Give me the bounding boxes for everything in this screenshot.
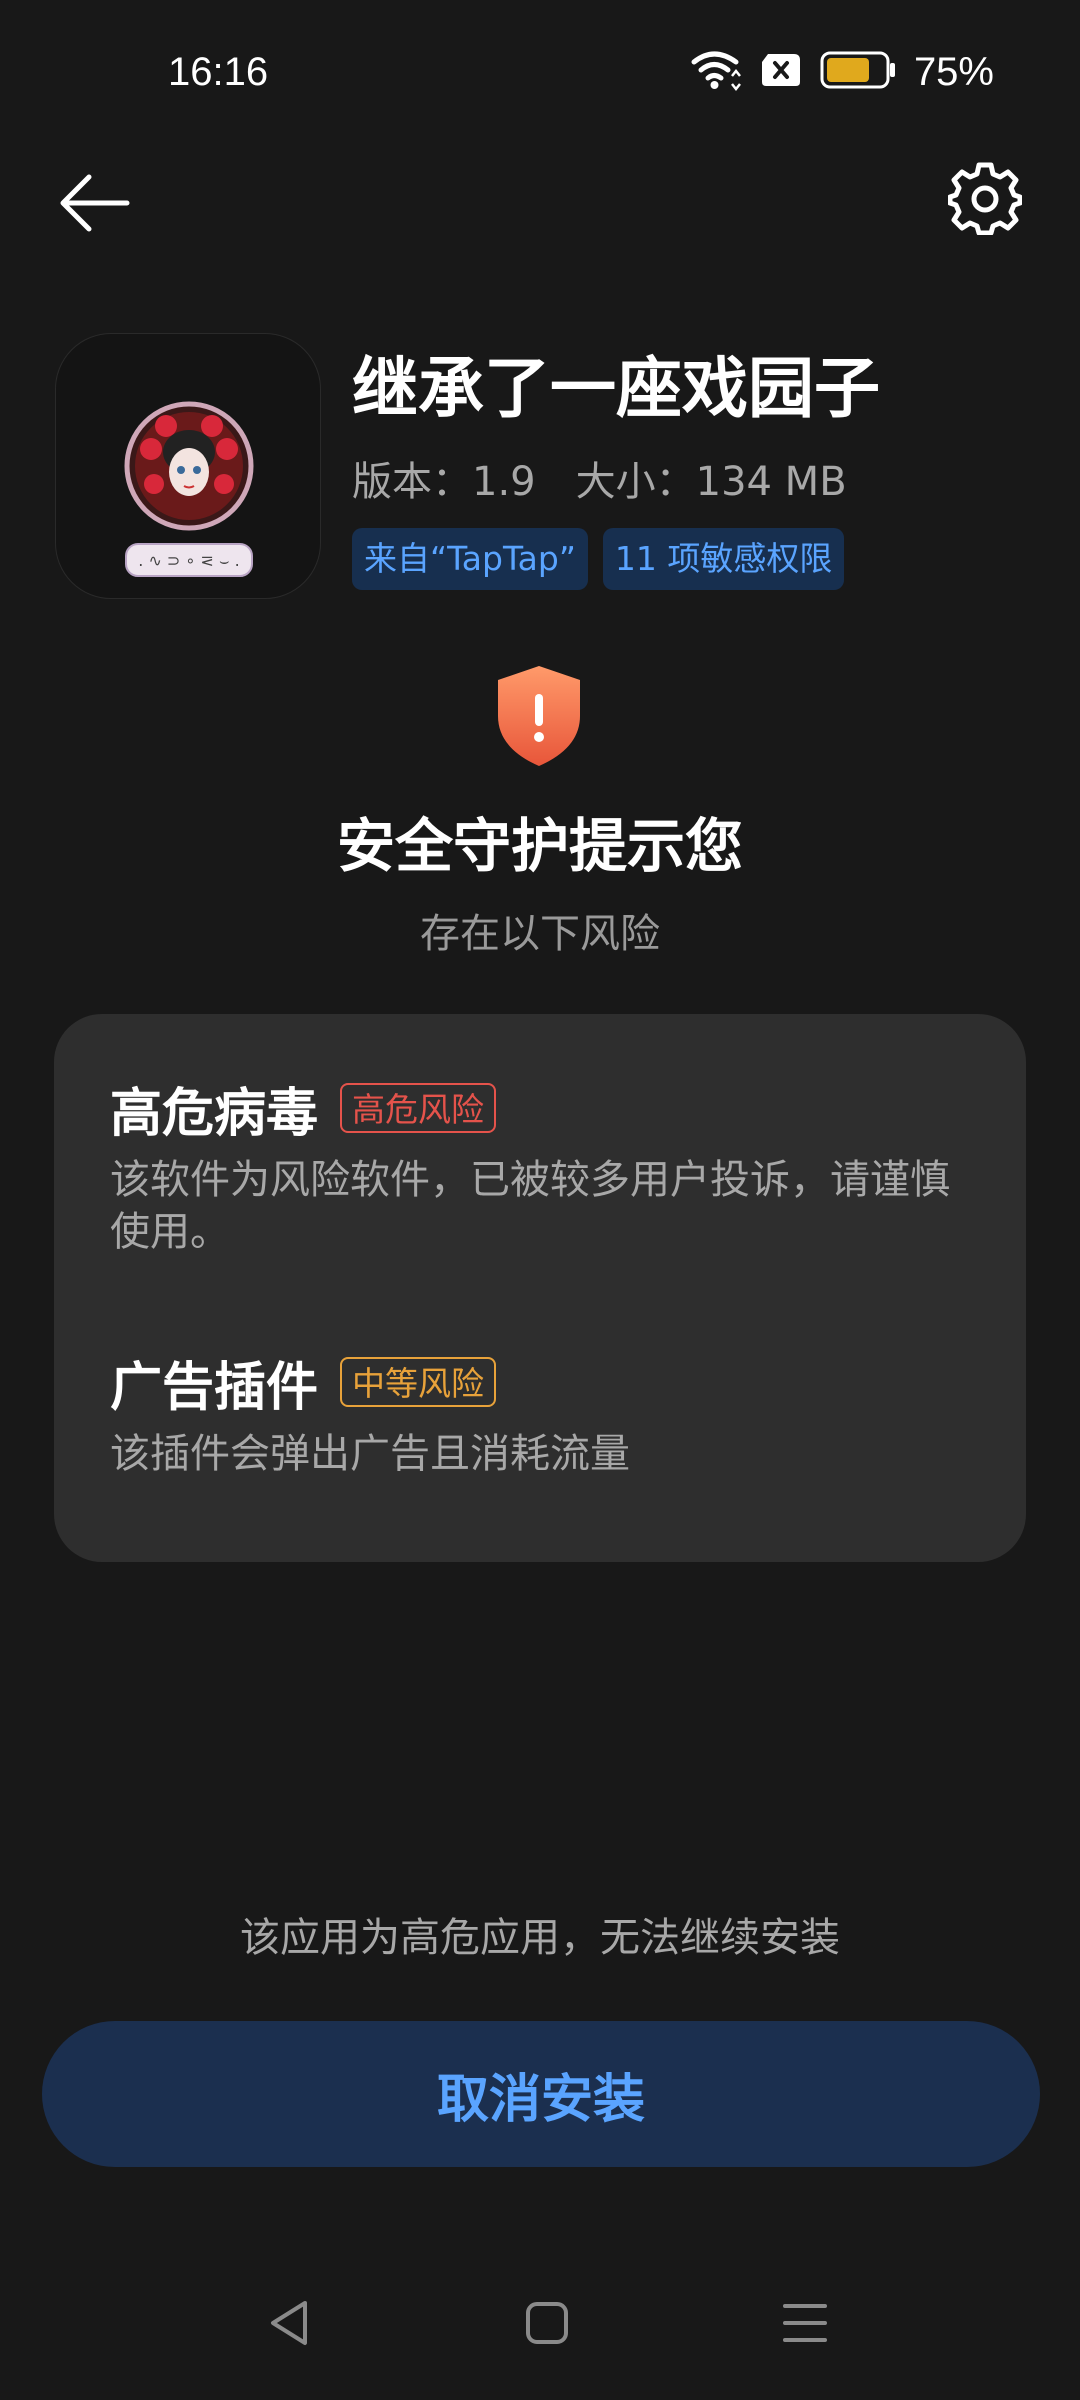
svg-text:. ∿ ⊃ ∘ ⋜ ⌣ .: . ∿ ⊃ ∘ ⋜ ⌣ . — [138, 551, 239, 570]
status-icons: 75% — [690, 44, 994, 100]
status-time: 16:16 — [168, 50, 269, 94]
app-meta: 版本：1.9 大小：134 MB — [352, 450, 847, 514]
gear-icon — [947, 161, 1023, 239]
back-button[interactable] — [50, 160, 140, 250]
install-blocked-notice: 该应用为高危应用，无法继续安装 — [240, 1915, 840, 1961]
risk-item-virus: 高危病毒 高危风险 该软件为风险软件，已被较多用户投诉，请谨慎使用。 — [110, 1070, 970, 1258]
risk-title: 广告插件 — [110, 1357, 319, 1418]
tag-permissions[interactable]: 11 项敏感权限 — [602, 528, 845, 590]
battery-icon — [820, 50, 896, 94]
risk-title: 高危病毒 — [110, 1083, 319, 1144]
risk-badge-high: 高危风险 — [340, 1083, 497, 1133]
nav-back-button[interactable] — [244, 2290, 334, 2360]
nav-recents-button[interactable] — [760, 2290, 850, 2360]
nav-home-icon — [525, 2301, 569, 2349]
settings-button[interactable] — [940, 155, 1030, 245]
shield-exclamation-icon — [494, 664, 584, 768]
sim-none-icon — [760, 52, 802, 92]
risk-item-adware: 广告插件 中等风险 该插件会弹出广告且消耗流量 — [110, 1344, 970, 1480]
risk-description: 该软件为风险软件，已被较多用户投诉，请谨慎使用。 — [110, 1157, 950, 1255]
risk-badge-medium: 中等风险 — [340, 1357, 497, 1407]
nav-recents-icon — [782, 2301, 828, 2349]
app-size: 大小：134 MB — [575, 459, 847, 505]
app-icon: . ∿ ⊃ ∘ ⋜ ⌣ . — [55, 333, 321, 599]
cancel-install-button[interactable]: 取消安装 — [42, 2021, 1040, 2167]
nav-home-button[interactable] — [502, 2290, 592, 2360]
warning-headline: 安全守护提示您 — [336, 812, 743, 880]
wifi-icon — [690, 48, 742, 96]
battery-percent: 75% — [913, 49, 994, 94]
risk-card: 高危病毒 高危风险 该软件为风险软件，已被较多用户投诉，请谨慎使用。 广告插件 … — [54, 1014, 1026, 1562]
tag-source[interactable]: 来自“TapTap” — [352, 528, 588, 590]
app-version: 版本：1.9 — [352, 459, 536, 505]
app-name: 继承了一座戏园子 — [352, 350, 880, 427]
app-tags: 来自“TapTap” 11 项敏感权限 — [352, 528, 845, 590]
risk-description: 该插件会弹出广告且消耗流量 — [110, 1431, 630, 1477]
arrow-left-icon — [59, 173, 131, 237]
nav-back-icon — [267, 2299, 311, 2351]
warning-subheadline: 存在以下风险 — [420, 911, 660, 957]
